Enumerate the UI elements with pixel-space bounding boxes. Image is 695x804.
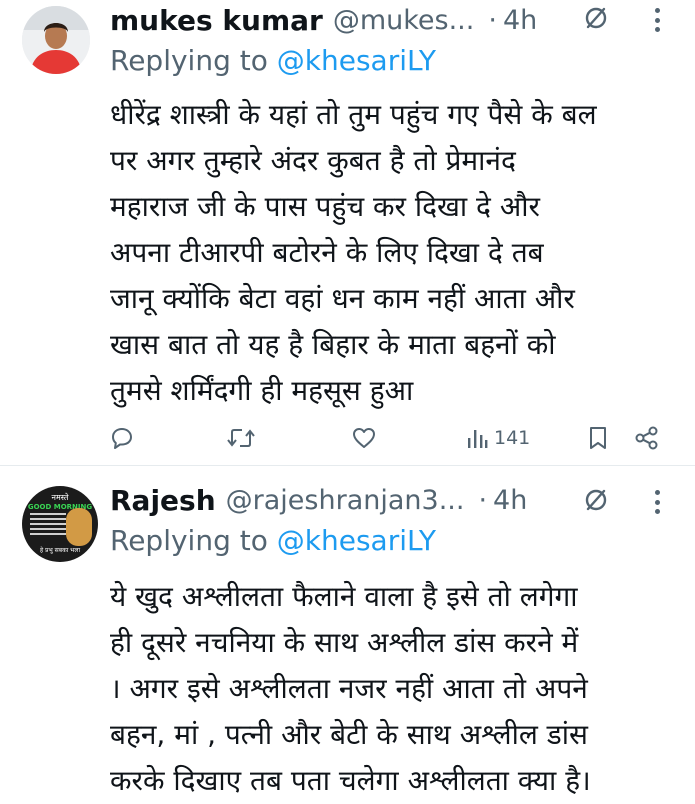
- tweet-text-line: ही दूसरे नचनिया के साथ अश्लील डांस करने …: [110, 626, 579, 659]
- tweet-text-line: तुमसे शर्मिंदगी ही महसूस हुआ: [110, 374, 414, 407]
- avatar[interactable]: नमस्ते GOOD MORNING हे प्रभु सबका भला: [22, 486, 98, 562]
- views-button[interactable]: 141: [466, 418, 530, 458]
- reply-button[interactable]: [108, 418, 136, 458]
- replying-label: Replying to: [110, 44, 268, 77]
- grok-icon[interactable]: [583, 5, 609, 31]
- avatar-decoration: [30, 513, 66, 538]
- tweet-text-line: खास बात तो यह है बिहार के माता बहनों को: [110, 328, 556, 361]
- tweet-text: धीरेंद्र शास्त्री के यहां तो तुम पहुंच ग…: [110, 92, 688, 414]
- author-name[interactable]: Rajesh: [110, 484, 216, 517]
- bookmark-button[interactable]: [586, 418, 610, 458]
- grok-icon[interactable]: [583, 487, 609, 513]
- retweet-icon: [227, 429, 255, 447]
- views-count: 141: [494, 427, 531, 449]
- tweet-text-line: करके दिखाए तब पता चलेगा अश्लीलता क्या है…: [110, 764, 591, 797]
- tweet-text-line: महाराज जी के पास पहुंच कर दिखा दे और: [110, 190, 540, 223]
- tweet-text: ये खुद अश्लीलता फैलाने वाला है इसे तो लग…: [110, 574, 688, 804]
- tweet-text-line: । अगर इसे अश्लीलता नजर नहीं आता तो अपने: [110, 672, 588, 705]
- more-icon[interactable]: [655, 8, 663, 32]
- separator-dot: ·: [478, 484, 488, 516]
- heart-icon: [353, 428, 375, 448]
- avatar-decoration: [66, 508, 92, 546]
- replying-handle-link[interactable]: @khesariLY: [277, 44, 436, 77]
- bookmark-icon: [590, 427, 606, 449]
- tweet[interactable]: नमस्ते GOOD MORNING हे प्रभु सबका भला Ra…: [0, 466, 695, 800]
- replying-to: Replying to @khesariLY: [110, 524, 436, 557]
- share-button[interactable]: [634, 418, 660, 458]
- tweet-text-line: धीरेंद्र शास्त्री के यहां तो तुम पहुंच ग…: [110, 98, 597, 131]
- more-icon[interactable]: [655, 490, 663, 514]
- replying-label: Replying to: [110, 524, 268, 557]
- timestamp[interactable]: 4h: [493, 485, 527, 516]
- tweet-text-line: अपना टीआरपी बटोरने के लिए दिखा दे तब: [110, 236, 544, 269]
- separator-dot: ·: [488, 4, 497, 36]
- like-button[interactable]: [350, 418, 378, 458]
- avatar[interactable]: [22, 6, 90, 74]
- share-icon: [635, 426, 658, 450]
- tweet-text-line: ये खुद अश्लीलता फैलाने वाला है इसे तो लग…: [110, 580, 578, 613]
- timestamp[interactable]: 4h: [503, 5, 537, 36]
- tweet-text-line: जानू क्योंकि बेटा वहां धन काम नहीं आता औ…: [110, 282, 575, 315]
- author-handle[interactable]: @rajeshranjan3...: [226, 485, 465, 516]
- tweet-actions: 141: [0, 418, 695, 458]
- tweet-text-line: पर अगर तुम्हारे अंदर कुबत है तो प्रेमानं…: [110, 144, 516, 177]
- replying-handle-link[interactable]: @khesariLY: [277, 524, 436, 557]
- retweet-button[interactable]: [226, 418, 256, 458]
- views-icon: [468, 430, 488, 448]
- replying-to: Replying to @khesariLY: [110, 44, 436, 77]
- tweet-text-line: बहन, मां , पत्नी और बेटी के साथ अश्लील ड…: [110, 718, 588, 751]
- author-handle[interactable]: @mukes...: [333, 5, 475, 36]
- author-name[interactable]: mukes kumar: [110, 4, 323, 37]
- avatar-text: हे प्रभु सबका भला: [39, 547, 81, 554]
- avatar-text: नमस्ते: [51, 493, 69, 502]
- tweet[interactable]: mukes kumar @mukes... · 4h Replying to @…: [0, 0, 695, 465]
- reply-icon: [112, 428, 132, 449]
